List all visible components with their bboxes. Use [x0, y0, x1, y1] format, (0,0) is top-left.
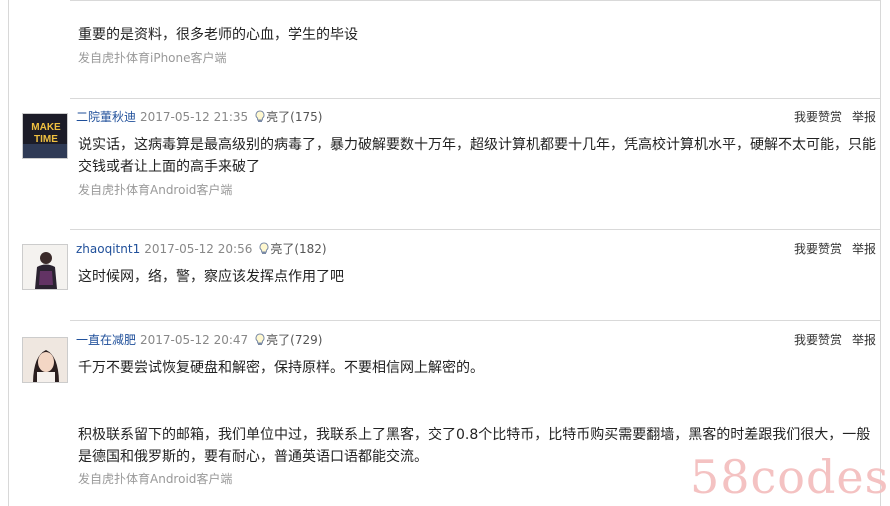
light-count: 亮了(175): [266, 110, 323, 124]
username-link[interactable]: 二院董秋迪: [76, 110, 136, 124]
username-link[interactable]: 一直在减肥: [76, 333, 136, 347]
reply-source: 发自虎扑体育Android客户端: [78, 472, 233, 486]
report-button[interactable]: 举报: [852, 242, 876, 256]
reply-content: 千万不要尝试恢复硬盘和解密，保持原样。不要相信网上解密的。: [78, 360, 484, 376]
reply-source: 发自虎扑体育iPhone客户端: [78, 51, 227, 65]
post-actions: 我要赞赏 举报: [784, 332, 876, 348]
avatar-text: TIME: [34, 134, 58, 145]
light-button[interactable]: 亮了(175): [254, 110, 322, 124]
divider: [70, 229, 880, 230]
reply-content: 说实话，这病毒算是最高级别的病毒了，暴力破解要数十万年，超级计算机都要十几年，凭…: [78, 137, 876, 175]
reward-button[interactable]: 我要赞赏: [794, 333, 842, 347]
post-meta: 一直在减肥 2017-05-12 20:47 亮了(729): [76, 332, 322, 350]
avatar[interactable]: MAKE TIME: [22, 113, 68, 159]
avatar-text: MAKE: [31, 122, 61, 133]
top-divider: [70, 0, 880, 1]
light-count: 亮了(729): [266, 333, 323, 347]
reply-content: 重要的是资料，很多老师的心血，学生的毕设: [78, 27, 358, 43]
post-actions: 我要赞赏 举报: [784, 109, 876, 125]
post-actions: 我要赞赏 举报: [784, 241, 876, 257]
post-date: 2017-05-12 20:56: [144, 242, 253, 256]
reward-button[interactable]: 我要赞赏: [794, 242, 842, 256]
lightbulb-icon: [258, 242, 270, 259]
light-count: 亮了(182): [270, 242, 327, 256]
reward-button[interactable]: 我要赞赏: [794, 110, 842, 124]
post-meta: 二院董秋迪 2017-05-12 21:35 亮了(175): [76, 109, 322, 127]
avatar[interactable]: [22, 337, 68, 383]
post-date: 2017-05-12 20:47: [140, 333, 249, 347]
post-meta: zhaoqitnt1 2017-05-12 20:56 亮了(182): [76, 241, 327, 259]
avatar[interactable]: [22, 244, 68, 290]
avatar-image: [23, 338, 67, 382]
report-button[interactable]: 举报: [852, 110, 876, 124]
username-link[interactable]: zhaoqitnt1: [76, 242, 140, 256]
right-border: [880, 0, 881, 506]
reply-source: 发自虎扑体育Android客户端: [78, 183, 233, 197]
divider: [70, 320, 880, 321]
reply-content: 这时候网，络，警，察应该发挥点作用了吧: [78, 269, 344, 285]
light-button[interactable]: 亮了(729): [254, 333, 322, 347]
lightbulb-icon: [254, 333, 266, 350]
report-button[interactable]: 举报: [852, 333, 876, 347]
avatar-image: [23, 245, 67, 289]
left-border: [8, 0, 9, 506]
watermark: 58codes: [690, 450, 890, 504]
post-date: 2017-05-12 21:35: [140, 110, 249, 124]
lightbulb-icon: [254, 110, 266, 127]
avatar-image: MAKE TIME: [23, 114, 67, 158]
light-button[interactable]: 亮了(182): [258, 242, 327, 259]
divider: [70, 98, 880, 99]
